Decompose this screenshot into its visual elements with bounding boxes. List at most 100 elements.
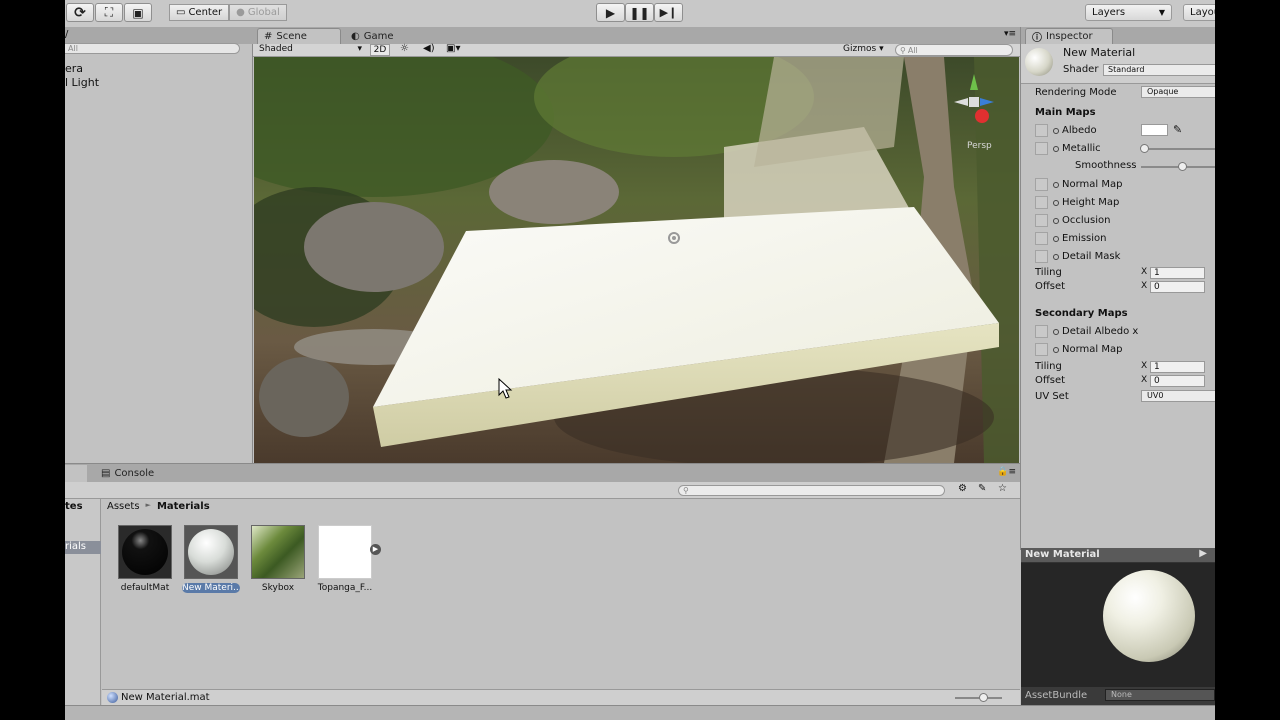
scale-tool-button[interactable]: ⛶ bbox=[95, 3, 123, 22]
grid-icon: # bbox=[264, 31, 273, 42]
main-maps-header: Main Maps bbox=[1035, 107, 1096, 118]
tab-console[interactable]: ▤ Console bbox=[95, 465, 175, 481]
rotate-tool-button[interactable]: ⟳ bbox=[66, 3, 94, 22]
play-button[interactable]: ▶ bbox=[596, 3, 625, 22]
asset-item-defaultmat[interactable]: defaultMat bbox=[116, 525, 174, 593]
panel-menu-icon[interactable]: ▾≡ bbox=[1004, 29, 1016, 39]
rect-tool-button[interactable]: ▣ bbox=[124, 3, 152, 22]
detail-mask-picker-icon[interactable] bbox=[1053, 253, 1059, 260]
global-icon: ● bbox=[236, 7, 245, 18]
material-file-icon bbox=[107, 692, 118, 703]
expand-asset-icon[interactable]: ▶ bbox=[370, 544, 381, 555]
folder-materials[interactable]: rials bbox=[65, 541, 101, 554]
emission-slot[interactable] bbox=[1035, 232, 1048, 245]
metallic-slider-track[interactable] bbox=[1141, 148, 1215, 150]
offset-2-x-label: X bbox=[1141, 375, 1148, 385]
pause-button[interactable]: ❚❚ bbox=[625, 3, 654, 22]
detail-mask-slot[interactable] bbox=[1035, 250, 1048, 263]
filter-label-icon[interactable]: ✎ bbox=[978, 483, 986, 494]
height-map-slot[interactable] bbox=[1035, 196, 1048, 209]
breadcrumb-materials[interactable]: Materials bbox=[157, 501, 210, 512]
audio-icon[interactable]: ◀) bbox=[423, 43, 435, 54]
normal-map-2-picker-icon[interactable] bbox=[1053, 346, 1059, 353]
center-toggle[interactable]: ▭ Center bbox=[169, 4, 230, 21]
step-button[interactable]: ▶❙ bbox=[654, 3, 683, 22]
asset-item-topanga[interactable]: Topanga_F... bbox=[316, 525, 374, 593]
tiling-2-x-field[interactable]: 1 bbox=[1150, 361, 1205, 373]
hierarchy-item-light[interactable]: l Light bbox=[65, 76, 99, 89]
asset-label: Topanga_F... bbox=[317, 583, 373, 593]
occlusion-picker-icon[interactable] bbox=[1053, 217, 1059, 224]
normal-map-slot[interactable] bbox=[1035, 178, 1048, 191]
play-preview-icon[interactable]: ▶ bbox=[1199, 548, 1207, 559]
lighting-icon[interactable]: ☼ bbox=[400, 43, 409, 54]
uv-set-dropdown[interactable]: UV0 bbox=[1141, 390, 1215, 402]
inspector-panel: ⓘ Inspector New Material Shader Standard… bbox=[1020, 27, 1215, 550]
detail-albedo-slot[interactable] bbox=[1035, 325, 1048, 338]
asset-thumbnail bbox=[184, 525, 238, 579]
gizmos-dropdown[interactable]: Gizmos ▾ bbox=[843, 44, 884, 56]
occlusion-slot[interactable] bbox=[1035, 214, 1048, 227]
project-tabbar: ▤ Console 🔒≡ bbox=[65, 464, 1020, 482]
metallic-texture-slot[interactable] bbox=[1035, 142, 1048, 155]
preview-title: New Material bbox=[1025, 549, 1100, 560]
eyedropper-icon[interactable]: ✎ bbox=[1173, 123, 1182, 136]
scene-tabbar: # Scene ◐ Game ▾≡ bbox=[253, 27, 1020, 44]
tiling-2-x-label: X bbox=[1141, 361, 1148, 371]
normal-map-2-slot[interactable] bbox=[1035, 343, 1048, 356]
asset-item-new-material[interactable]: New Materi... bbox=[182, 525, 240, 593]
layout-dropdown[interactable]: Layou bbox=[1183, 4, 1215, 21]
2d-toggle[interactable]: 2D bbox=[370, 44, 390, 56]
albedo-color-swatch[interactable] bbox=[1141, 124, 1168, 136]
metallic-picker-icon[interactable] bbox=[1053, 145, 1059, 152]
hierarchy-item-camera[interactable]: era bbox=[65, 62, 83, 75]
project-search-input[interactable]: ⚲ bbox=[678, 485, 945, 496]
shader-dropdown[interactable]: Standard bbox=[1103, 64, 1215, 76]
preview-sphere[interactable] bbox=[1103, 570, 1195, 662]
normal-map-picker-icon[interactable] bbox=[1053, 181, 1059, 188]
albedo-picker-icon[interactable] bbox=[1053, 127, 1059, 134]
albedo-texture-slot[interactable] bbox=[1035, 124, 1048, 137]
filter-type-icon[interactable]: ⚙ bbox=[958, 483, 967, 494]
offset-2-x-field[interactable]: 0 bbox=[1150, 375, 1205, 387]
lock-icon[interactable]: 🔒≡ bbox=[997, 467, 1016, 477]
shader-label: Shader bbox=[1063, 64, 1099, 75]
tiling-2-label: Tiling bbox=[1035, 361, 1062, 372]
tiling-label: Tiling bbox=[1035, 267, 1062, 278]
detail-albedo-row: Detail Albedo x bbox=[1035, 325, 1138, 338]
tiling-x-field[interactable]: 1 bbox=[1150, 267, 1205, 279]
favorite-star-icon[interactable]: ☆ bbox=[998, 483, 1007, 494]
tab-scene[interactable]: # Scene bbox=[257, 28, 341, 44]
pacman-icon: ◐ bbox=[351, 30, 360, 42]
layers-dropdown[interactable]: Layers ▼ bbox=[1085, 4, 1172, 21]
persp-label[interactable]: Persp bbox=[967, 141, 992, 151]
asset-item-skybox[interactable]: Skybox bbox=[249, 525, 307, 593]
detail-albedo-picker-icon[interactable] bbox=[1053, 328, 1059, 335]
asset-label-selected: New Materi... bbox=[182, 583, 240, 593]
preview-header[interactable]: New Material ▶ bbox=[1021, 548, 1215, 563]
project-folder-tree: tes rials bbox=[65, 499, 101, 706]
tab-inspector[interactable]: ⓘ Inspector bbox=[1025, 28, 1113, 44]
chevron-down-icon: ▼ bbox=[1158, 8, 1165, 17]
hierarchy-search-input[interactable]: All bbox=[65, 43, 240, 54]
smoothness-slider-handle[interactable] bbox=[1178, 162, 1187, 171]
effects-icon[interactable]: ▣▾ bbox=[446, 43, 460, 54]
height-map-picker-icon[interactable] bbox=[1053, 199, 1059, 206]
thumbnail-size-handle[interactable] bbox=[979, 693, 988, 702]
offset-x-field[interactable]: 0 bbox=[1150, 281, 1205, 293]
shading-dropdown[interactable]: Shaded ▾ bbox=[259, 44, 362, 56]
occlusion-row: Occlusion bbox=[1035, 214, 1110, 227]
scene-viewport[interactable]: Persp bbox=[254, 57, 1019, 463]
search-icon: ⚲ bbox=[900, 45, 906, 55]
emission-picker-icon[interactable] bbox=[1053, 235, 1059, 242]
breadcrumb-assets[interactable]: Assets bbox=[107, 501, 140, 512]
rendering-mode-dropdown[interactable]: Opaque bbox=[1141, 86, 1215, 98]
tab-project[interactable] bbox=[65, 465, 87, 482]
global-toggle[interactable]: ● Global bbox=[229, 4, 287, 21]
metallic-slider-handle[interactable] bbox=[1140, 144, 1149, 153]
status-bar bbox=[65, 705, 1215, 720]
tab-game[interactable]: ◐ Game bbox=[345, 28, 405, 44]
assetbundle-dropdown[interactable]: None bbox=[1105, 689, 1215, 701]
scene-search-input[interactable]: ⚲ All bbox=[895, 44, 1013, 56]
scene-render bbox=[254, 57, 1019, 463]
